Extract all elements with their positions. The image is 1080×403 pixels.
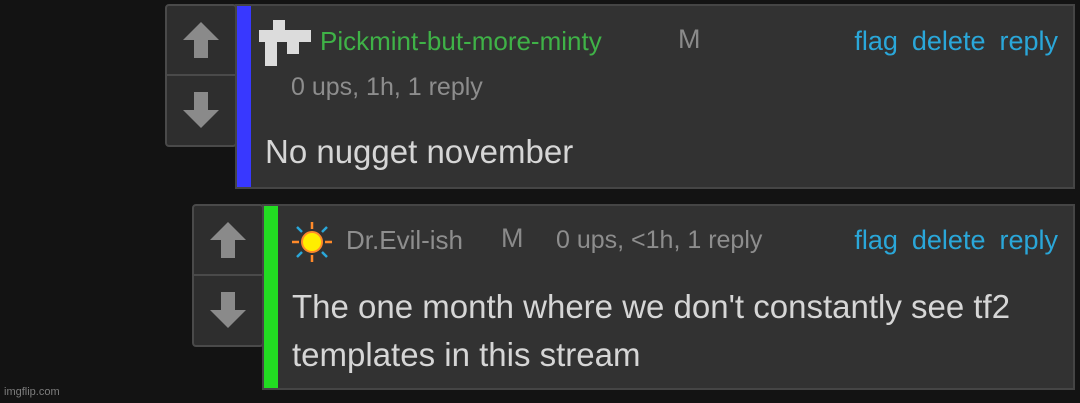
comment-card-2: Dr.Evil-ish M 0 ups, <1h, 1 reply flag d… <box>262 204 1075 390</box>
flag-link[interactable]: flag <box>854 225 898 256</box>
comment-username[interactable]: Pickmint-but-more-minty <box>320 26 602 57</box>
delete-link[interactable]: delete <box>912 26 986 57</box>
comment-meta: 0 ups, 1h, 1 reply <box>291 73 483 101</box>
vote-box-1 <box>165 4 237 147</box>
mod-mark: M <box>678 24 701 54</box>
downvote-button[interactable] <box>167 76 235 146</box>
comment-depth-bar <box>237 6 251 187</box>
comment-depth-bar <box>264 206 278 388</box>
arrow-up-icon <box>183 21 219 58</box>
comment-card-1: Pickmint-but-more-minty M flag delete re… <box>235 4 1075 189</box>
comment-actions: flag delete reply <box>854 26 1058 57</box>
delete-link[interactable]: delete <box>912 225 986 256</box>
vote-box-2 <box>192 204 264 347</box>
upvote-button[interactable] <box>194 206 262 276</box>
reply-link[interactable]: reply <box>999 225 1058 256</box>
mod-mark: M <box>501 223 524 253</box>
sun-icon <box>292 222 332 262</box>
upvote-button[interactable] <box>167 6 235 76</box>
comment-text: No nugget november <box>265 133 574 170</box>
arrow-up-icon <box>210 221 246 258</box>
pixel-avatar-icon <box>259 20 311 66</box>
watermark: imgflip.com <box>4 386 60 398</box>
flag-link[interactable]: flag <box>854 26 898 57</box>
comment-actions: flag delete reply <box>854 225 1058 256</box>
comment-text: The one month where we don't constantly … <box>292 288 1011 373</box>
reply-link[interactable]: reply <box>999 26 1058 57</box>
comment-username[interactable]: Dr.Evil-ish <box>346 225 463 256</box>
downvote-button[interactable] <box>194 276 262 346</box>
comment-meta: 0 ups, <1h, 1 reply <box>556 226 763 254</box>
arrow-down-icon <box>183 92 219 129</box>
arrow-down-icon <box>210 292 246 329</box>
